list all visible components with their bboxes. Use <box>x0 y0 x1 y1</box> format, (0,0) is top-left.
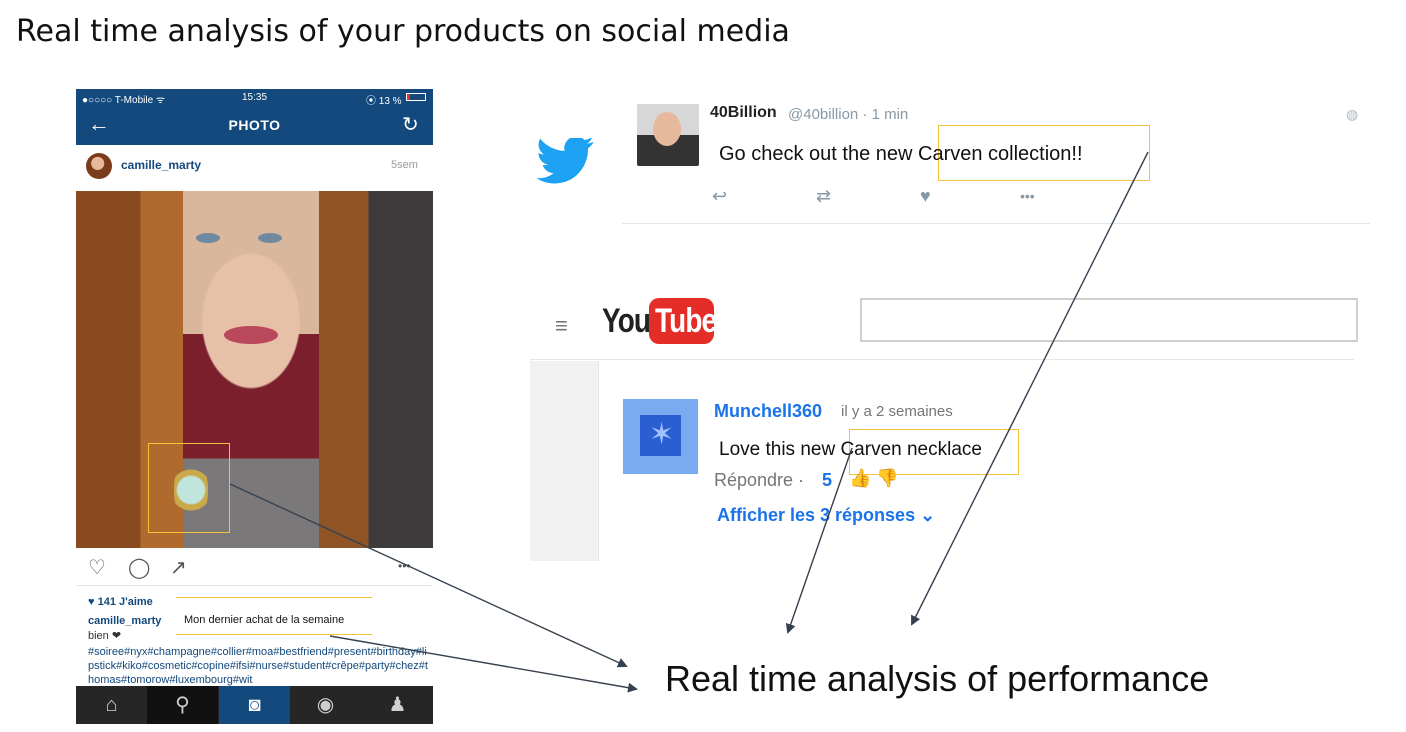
post-photo[interactable] <box>76 191 433 548</box>
avatar[interactable] <box>86 153 112 179</box>
thumbs-icons[interactable]: 👍 👎 <box>849 468 899 489</box>
globe-icon: ◍ <box>1346 106 1359 122</box>
like-icon[interactable]: ♥ <box>920 186 931 207</box>
divider <box>622 223 1370 224</box>
status-bar: ●○○○○ T-Mobile ᯤ 15:35 ⦿ 13 % <box>76 89 433 107</box>
photo-detail <box>224 326 278 344</box>
more-icon[interactable]: ••• <box>1020 188 1035 204</box>
youtube-logo-text[interactable]: You <box>602 302 651 341</box>
battery-label: ⦿ 13 % <box>366 96 402 107</box>
comment-author[interactable]: Munchell360 <box>714 401 822 422</box>
page-title: PHOTO <box>228 117 281 133</box>
likes-count[interactable]: ♥ 141 J'aime <box>88 596 153 608</box>
divider <box>530 359 1354 360</box>
comment-text: Love this new Carven necklace <box>719 439 982 460</box>
result-label: Real time analysis of performance <box>665 658 1210 699</box>
show-replies-button[interactable]: Afficher les 3 réponses ⌄ <box>717 505 935 526</box>
caption-highlight-text: Mon dernier achat de la semaine <box>184 614 345 626</box>
post-username[interactable]: camille_marty <box>121 158 201 172</box>
carrier-label: ●○○○○ T-Mobile ᯤ <box>82 95 166 106</box>
caption-hashtags[interactable]: #soiree#nyx#champagne#collier#moa#bestfr… <box>88 645 428 687</box>
caption-text: bien ❤ <box>88 630 122 642</box>
home-tab-icon[interactable]: ⌂ <box>76 686 147 724</box>
side-panel <box>530 361 599 561</box>
more-icon[interactable]: ••• <box>398 559 411 573</box>
caption-username[interactable]: camille_marty <box>88 615 161 627</box>
search-input[interactable] <box>860 298 1358 342</box>
status-time: 15:35 <box>242 92 268 103</box>
heart-icon[interactable]: ♡ <box>88 555 106 580</box>
share-icon[interactable]: ↗ <box>170 555 187 580</box>
like-count: 5 <box>822 470 833 490</box>
tweet-text: Go check out the new Carven collection!! <box>719 143 1083 165</box>
comment-icon[interactable]: ◯ <box>128 555 150 580</box>
activity-tab-icon[interactable]: ◉ <box>290 686 361 724</box>
reply-icon[interactable]: ↩ <box>712 186 727 207</box>
photo-detail <box>258 233 282 243</box>
refresh-icon[interactable]: ↻ <box>402 112 419 137</box>
post-header: camille_marty 5sem <box>76 147 433 189</box>
camera-tab-icon[interactable]: ◙ <box>219 686 290 724</box>
retweet-icon[interactable]: ⇄ <box>816 186 831 207</box>
comment-date[interactable]: il y a 2 semaines <box>841 403 953 420</box>
tweet-actions: ↩ ⇄ ♥ ••• <box>712 186 1052 210</box>
menu-icon[interactable]: ≡ <box>555 313 568 339</box>
post-actions: ♡ ◯ ↗ ••• <box>76 551 433 586</box>
twitter-bird-icon <box>537 138 594 184</box>
necklace-highlight-box <box>148 443 230 533</box>
search-tab-icon[interactable]: ⚲ <box>147 686 218 724</box>
photo-detail <box>196 233 220 243</box>
profile-tab-icon[interactable]: ♟ <box>362 686 433 724</box>
youtube-logo-tube[interactable]: Tube <box>655 302 717 341</box>
battery-icon <box>406 93 426 101</box>
avatar-face <box>653 112 681 146</box>
instagram-header: ← PHOTO ↻ <box>76 107 433 145</box>
instagram-phone: ●○○○○ T-Mobile ᯤ 15:35 ⦿ 13 % ← PHOTO ↻ … <box>76 89 433 724</box>
tab-bar: ⌂ ⚲ ◙ ◉ ♟ <box>76 686 433 724</box>
star-icon: ✶ <box>649 418 675 451</box>
slide-title: Real time analysis of your products on s… <box>16 14 790 49</box>
reply-button[interactable]: Répondre · <box>714 470 804 491</box>
tweet-handle[interactable]: @40billion · 1 min <box>788 106 908 123</box>
tweet-author[interactable]: 40Billion <box>710 104 777 122</box>
post-time: 5sem <box>391 159 418 171</box>
